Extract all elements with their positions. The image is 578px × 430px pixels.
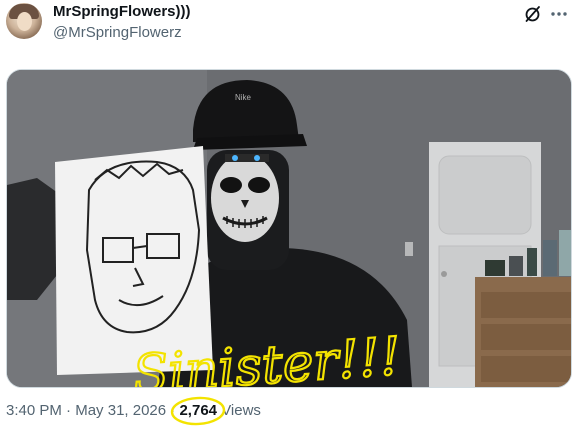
post-date[interactable]: May 31, 2026	[75, 402, 166, 419]
views-count: 2,764	[179, 402, 218, 419]
post-meta: 3:40 PM · May 31, 2026 · 2,764 Views	[6, 402, 261, 419]
grok-slash-circle-icon	[525, 6, 540, 22]
meta-separator: ·	[170, 402, 176, 419]
post-time[interactable]: 3:40 PM	[6, 402, 62, 419]
avatar[interactable]	[6, 3, 42, 39]
more-dots-icon	[551, 12, 567, 16]
views-label: Views	[221, 402, 261, 419]
author-handle[interactable]: @MrSpringFlowerz	[53, 24, 182, 41]
post-header: MrSpringFlowers))) @MrSpringFlowerz	[0, 0, 578, 60]
more-button[interactable]	[548, 4, 570, 24]
grok-button[interactable]	[523, 4, 543, 24]
cap-logo: Nike	[235, 93, 252, 102]
photo-scene: Nike Sinister!!!	[7, 70, 571, 387]
post-photo[interactable]: Nike Sinister!!!	[6, 69, 572, 388]
meta-separator: ·	[66, 402, 72, 419]
author-name[interactable]: MrSpringFlowers)))	[53, 3, 191, 20]
